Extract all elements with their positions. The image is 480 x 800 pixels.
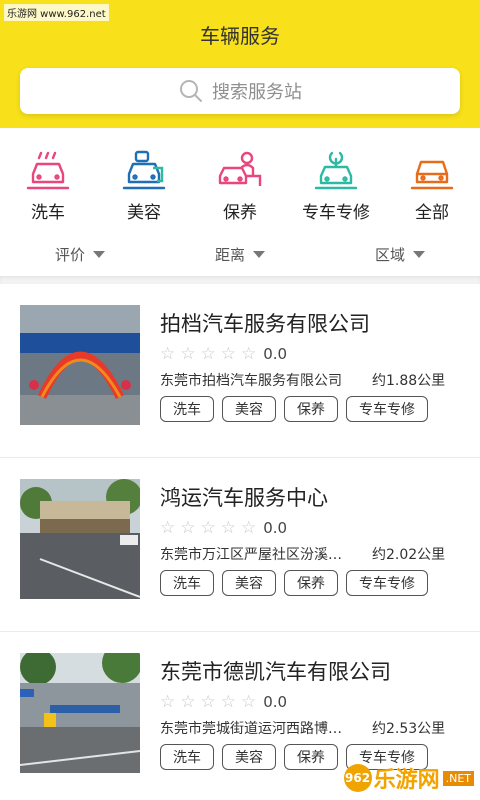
category-label: 专车专修 bbox=[302, 203, 370, 223]
station-list: 拍档汽车服务有限公司 ☆ ☆ ☆ ☆ ☆ 0.0 东莞市拍档汽车服务有限公司 约1… bbox=[0, 284, 480, 800]
filter-distance[interactable]: 距离 bbox=[160, 244, 320, 265]
rating-stars: ☆ ☆ ☆ ☆ ☆ 0.0 bbox=[160, 692, 287, 712]
list-item[interactable]: 拍档汽车服务有限公司 ☆ ☆ ☆ ☆ ☆ 0.0 东莞市拍档汽车服务有限公司 约1… bbox=[0, 284, 480, 458]
service-tags: 洗车 美容 保养 专车专修 bbox=[160, 396, 436, 422]
category-label: 洗车 bbox=[31, 203, 65, 223]
category-label: 全部 bbox=[415, 203, 449, 223]
station-name: 东莞市德凯汽车有限公司 bbox=[160, 660, 391, 684]
tag-maintenance[interactable]: 保养 bbox=[284, 570, 338, 596]
rating-score: 0.0 bbox=[263, 519, 288, 537]
rating-stars: ☆ ☆ ☆ ☆ ☆ 0.0 bbox=[160, 518, 287, 538]
filter-region[interactable]: 区域 bbox=[320, 244, 480, 265]
car-maintenance-icon bbox=[218, 151, 262, 186]
filter-label: 距离 bbox=[214, 246, 245, 264]
tag-wash[interactable]: 洗车 bbox=[160, 396, 214, 422]
tag-repair[interactable]: 专车专修 bbox=[346, 570, 428, 596]
tag-beauty[interactable]: 美容 bbox=[222, 396, 276, 422]
watermark-sub: .NET bbox=[442, 770, 474, 786]
page-title: 车辆服务 bbox=[200, 24, 280, 48]
station-photo bbox=[20, 305, 140, 425]
caret-down-icon bbox=[413, 251, 425, 258]
star-icon: ☆ bbox=[180, 344, 196, 364]
tag-wash[interactable]: 洗车 bbox=[160, 570, 214, 596]
station-address-line: 东莞市莞城街道运河西路博… 约2.53公里 bbox=[160, 718, 445, 738]
station-distance: 约2.02公里 bbox=[372, 547, 446, 563]
star-icon: ☆ bbox=[200, 518, 216, 538]
tag-repair[interactable]: 专车专修 bbox=[346, 396, 428, 422]
star-icon: ☆ bbox=[180, 518, 196, 538]
station-address-line: 东莞市拍档汽车服务有限公司 约1.88公里 bbox=[160, 370, 445, 390]
tag-beauty[interactable]: 美容 bbox=[222, 744, 276, 770]
car-beauty-icon bbox=[122, 150, 166, 190]
star-icon: ☆ bbox=[241, 344, 257, 364]
watermark-logo: 962 bbox=[343, 764, 372, 792]
category-label: 保养 bbox=[223, 203, 257, 223]
station-address: 东莞市莞城街道运河西路博… bbox=[160, 721, 342, 737]
station-address: 东莞市拍档汽车服务有限公司 bbox=[160, 373, 342, 389]
star-icon: ☆ bbox=[180, 692, 196, 712]
rating-score: 0.0 bbox=[263, 345, 288, 363]
search-icon bbox=[180, 80, 202, 102]
car-all-icon bbox=[410, 160, 454, 190]
station-photo bbox=[20, 653, 140, 773]
filter-bar: 评价 距离 区域 bbox=[0, 244, 480, 265]
caret-down-icon bbox=[93, 251, 105, 258]
category-maintenance[interactable]: 保养 bbox=[192, 150, 288, 223]
list-item[interactable]: 鸿运汽车服务中心 ☆ ☆ ☆ ☆ ☆ 0.0 东莞市万江区严屋社区汾溪… 约2.0… bbox=[0, 458, 480, 632]
station-name: 鸿运汽车服务中心 bbox=[160, 486, 328, 510]
star-icon: ☆ bbox=[220, 692, 236, 712]
star-icon: ☆ bbox=[200, 344, 216, 364]
rating-score: 0.0 bbox=[263, 693, 288, 711]
car-wash-icon bbox=[26, 151, 70, 190]
station-distance: 约1.88公里 bbox=[372, 373, 446, 389]
filter-rating[interactable]: 评价 bbox=[0, 244, 160, 265]
caret-down-icon bbox=[253, 251, 265, 258]
tag-maintenance[interactable]: 保养 bbox=[284, 744, 338, 770]
star-icon: ☆ bbox=[241, 692, 257, 712]
filter-label: 评价 bbox=[54, 246, 85, 264]
station-distance: 约2.53公里 bbox=[372, 721, 446, 737]
category-label: 美容 bbox=[127, 203, 161, 223]
category-bar: 洗车 美容 保养 专车专修 全部 bbox=[0, 150, 480, 223]
tag-wash[interactable]: 洗车 bbox=[160, 744, 214, 770]
tag-beauty[interactable]: 美容 bbox=[222, 570, 276, 596]
star-icon: ☆ bbox=[220, 518, 236, 538]
category-repair[interactable]: 专车专修 bbox=[288, 150, 384, 223]
filter-label: 区域 bbox=[374, 246, 405, 264]
category-beauty[interactable]: 美容 bbox=[96, 150, 192, 223]
watermark-bottom: 962 乐游网 .NET bbox=[343, 762, 474, 794]
star-icon: ☆ bbox=[160, 344, 176, 364]
category-all[interactable]: 全部 bbox=[384, 150, 480, 223]
star-icon: ☆ bbox=[160, 692, 176, 712]
star-icon: ☆ bbox=[160, 518, 176, 538]
search-placeholder: 搜索服务站 bbox=[212, 82, 302, 103]
search-input[interactable]: 搜索服务站 bbox=[20, 68, 460, 114]
station-address: 东莞市万江区严屋社区汾溪… bbox=[160, 547, 342, 563]
watermark-top: 乐游网 www.962.net bbox=[4, 4, 109, 21]
service-tags: 洗车 美容 保养 专车专修 bbox=[160, 570, 436, 596]
category-wash[interactable]: 洗车 bbox=[0, 150, 96, 223]
car-repair-icon bbox=[314, 151, 358, 190]
section-divider bbox=[0, 276, 480, 284]
rating-stars: ☆ ☆ ☆ ☆ ☆ 0.0 bbox=[160, 344, 287, 364]
tag-maintenance[interactable]: 保养 bbox=[284, 396, 338, 422]
station-address-line: 东莞市万江区严屋社区汾溪… 约2.02公里 bbox=[160, 544, 445, 564]
star-icon: ☆ bbox=[220, 344, 236, 364]
star-icon: ☆ bbox=[241, 518, 257, 538]
station-photo bbox=[20, 479, 140, 599]
station-name: 拍档汽车服务有限公司 bbox=[160, 312, 370, 336]
watermark-text: 乐游网 bbox=[373, 768, 440, 793]
star-icon: ☆ bbox=[200, 692, 216, 712]
